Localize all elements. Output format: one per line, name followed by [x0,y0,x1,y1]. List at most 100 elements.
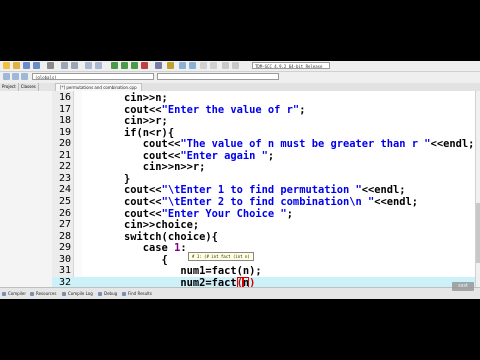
code-text: cout<<"\tEnter 2 to find combination\n "… [99,196,418,208]
new-file-icon[interactable] [3,62,10,69]
code-line[interactable]: 21 cout<<"Enter again "; [52,150,475,162]
line-number: 25 [58,195,71,207]
compile-icon[interactable] [111,62,118,69]
compiler-select[interactable]: TDM-GCC 4.9.2 64-bit Release [252,62,330,69]
debug-icon[interactable] [155,62,162,69]
code-line[interactable]: 19 if(n<r){ [52,127,475,139]
line-number: 29 [58,242,71,254]
toggle-comment-icon[interactable] [21,73,28,80]
tab-compiler[interactable]: Compiler [2,290,26,298]
code-token: <<endl; [430,138,475,151]
redo-icon[interactable] [71,62,78,69]
code-text: if(n<r){ [99,127,174,139]
line-number: 24 [58,184,71,196]
line-number: 22 [58,161,71,173]
tab-resources[interactable]: Resources [30,290,56,298]
code-token: ; [267,149,275,162]
code-line[interactable]: 31 num1=fact(n); [52,265,475,277]
code-line[interactable]: 25 cout<<"\tEnter 2 to find combination\… [52,196,475,208]
line-number: 20 [58,138,71,150]
code-token: <<endl; [374,195,419,208]
rebuild-icon[interactable] [141,62,148,69]
code-token: ; [299,103,306,116]
code-token: { [99,253,168,266]
compile-run-icon[interactable] [131,62,138,69]
code-token: ( [236,276,243,287]
new-class-icon[interactable] [179,62,186,69]
line-number: 27 [58,219,71,231]
code-token: cout<< [99,184,162,197]
code-text: cin>>r; [99,115,168,127]
code-line[interactable]: 16 cin>>n; [52,92,475,104]
members-select[interactable] [157,73,279,80]
undo-icon[interactable] [61,62,68,69]
code-token: } [99,172,131,185]
tab-classes[interactable]: Classes [19,83,39,91]
save-icon[interactable] [23,62,30,69]
code-line[interactable]: 28 switch(choice){ [52,231,475,243]
code-token: <<endl; [361,184,406,197]
goto-icon[interactable] [222,62,229,69]
save-all-icon[interactable] [33,62,40,69]
code-text: cin>>n; [99,92,168,104]
delete-icon[interactable] [189,62,196,69]
code-text: cout<<"Enter the value of r"; [99,104,305,116]
code-token: switch(choice){ [99,230,218,243]
code-text: cin>>choice; [99,219,199,231]
code-line[interactable]: 23 } [52,173,475,185]
code-editor[interactable]: 16 cin>>n; 17 cout<<"Enter the value of r… [52,91,475,287]
indent-icon[interactable] [3,73,10,80]
code-token: "Enter Your Choice " [161,207,287,220]
code-line[interactable]: 24 cout<<"\tEnter 1 to find permutation … [52,184,475,196]
code-token: num2=fact [99,276,237,287]
code-line[interactable]: 30 { [52,254,475,266]
line-number: 26 [58,207,71,219]
code-text: cin>>n>>r; [99,161,206,173]
watermark: ssst [452,282,474,291]
tab-debug-output[interactable]: Debug [98,290,117,298]
code-line[interactable]: 20 cout<<"The value of n must be greater… [52,138,475,150]
tile-icon[interactable] [210,62,217,69]
ide-window: TDM-GCC 4.9.2 64-bit Release (globals) P… [0,61,480,299]
line-number: 23 [58,172,71,184]
editor-tabbar: [*] permutations and combination.cpp [52,83,480,92]
code-line[interactable]: 17 cout<<"Enter the value of r"; [52,104,475,116]
replace-icon[interactable] [95,62,102,69]
vertical-scrollbar[interactable] [475,91,480,287]
code-text: switch(choice){ [99,231,218,243]
code-token: cout<< [99,149,181,162]
print-icon[interactable] [47,62,54,69]
code-line[interactable]: 29 case 1: [52,242,475,254]
open-folder-icon[interactable] [13,62,20,69]
code-line[interactable]: 26 cout<<"Enter Your Choice "; [52,208,475,220]
bookmark-icon[interactable] [232,62,239,69]
globals-select[interactable]: (globals) [32,73,154,80]
code-token: cin>>choice; [99,219,200,232]
code-token: "The value of n must be greater than r " [180,138,431,151]
code-line[interactable]: 27 cin>>choice; [52,219,475,231]
project-browser[interactable] [0,91,53,287]
scrollbar-thumb[interactable] [476,203,480,263]
line-number: 30 [58,253,71,265]
code-line[interactable]: 18 cin>>r; [52,115,475,127]
code-token: ) [249,276,256,287]
code-token: "\tEnter 1 to find permutation " [161,184,362,197]
unindent-icon[interactable] [12,73,19,80]
code-text: case 1: [99,242,187,254]
tab-project[interactable]: Project [0,83,19,91]
profile-icon[interactable] [167,62,174,69]
code-line[interactable]: 22 cin>>n>>r; [52,161,475,173]
run-icon[interactable] [121,62,128,69]
code-line[interactable]: 32 num2=fact(n) [52,276,475,287]
code-token: case [99,242,175,255]
line-number: 18 [58,115,71,127]
tab-find-results[interactable]: Find Results [122,290,152,298]
search-icon[interactable] [85,62,92,69]
tab-compile-log[interactable]: Compile Log [62,290,93,298]
code-token: "Enter again " [180,149,268,162]
code-token: cout<< [99,138,181,151]
code-text: cout<<"\tEnter 1 to find permutation "<<… [99,184,406,196]
window-icon[interactable] [200,62,207,69]
code-token: cout<< [99,207,162,220]
code-text: { [99,254,168,266]
